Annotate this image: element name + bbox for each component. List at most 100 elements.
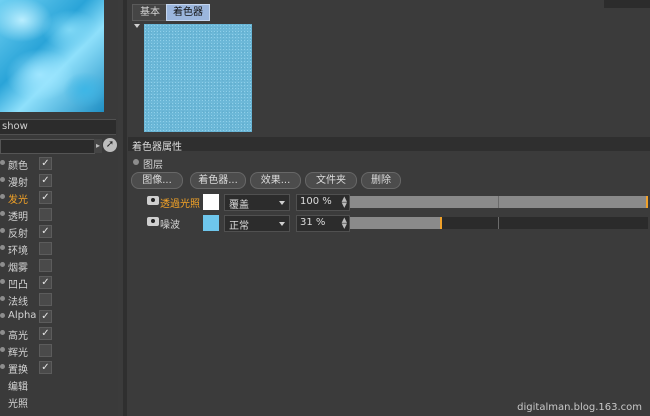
eye-icon[interactable] xyxy=(147,196,159,205)
slider-handle[interactable] xyxy=(646,196,648,208)
percent-value: 31 % xyxy=(300,217,326,228)
bullet-icon xyxy=(0,160,5,165)
slider-fill xyxy=(350,217,443,229)
cursor-picker-icon[interactable]: ➚ xyxy=(103,138,117,152)
channel-item[interactable]: 高光 ✓ xyxy=(0,325,118,342)
channel-label: 反射 xyxy=(8,229,28,240)
section-title: 着色器属性 xyxy=(132,142,182,153)
bullet-icon xyxy=(0,313,5,318)
slider-tick xyxy=(498,217,499,229)
channel-checkbox[interactable]: ✓ xyxy=(39,191,52,204)
bullet-icon xyxy=(0,330,5,335)
shader-preview xyxy=(144,24,252,132)
channel-item[interactable]: 置换 ✓ xyxy=(0,359,118,376)
channel-item[interactable]: 光照 xyxy=(0,393,118,410)
bullet-icon xyxy=(0,211,5,216)
layer-color-swatch[interactable] xyxy=(203,215,219,231)
arrow-right-icon[interactable]: ▸ xyxy=(94,139,102,153)
channel-checkbox[interactable] xyxy=(39,259,52,272)
shader-button[interactable]: 着色器... xyxy=(190,172,246,189)
layer-row[interactable]: 透過光照 覆盖 100 % ▲ ▼ xyxy=(128,193,650,211)
channel-item[interactable]: 凹凸 ✓ xyxy=(0,274,118,291)
bullet-icon xyxy=(0,177,5,182)
percent-value: 100 % xyxy=(300,196,332,207)
channel-item[interactable]: 发光 ✓ xyxy=(0,189,118,206)
channel-checkbox[interactable]: ✓ xyxy=(39,276,52,289)
channel-label: 辉光 xyxy=(8,348,28,359)
channel-label: 光照 xyxy=(8,399,28,410)
blend-mode-value: 覆盖 xyxy=(229,200,249,211)
blend-mode-select[interactable]: 覆盖 xyxy=(224,194,290,211)
channel-item[interactable]: 编辑 xyxy=(0,376,118,393)
layer-color-swatch[interactable] xyxy=(203,194,219,210)
material-search-field[interactable] xyxy=(0,139,95,154)
bullet-icon xyxy=(0,364,5,369)
bullet-icon xyxy=(0,228,5,233)
channel-label: 漫射 xyxy=(8,178,28,189)
channel-checkbox[interactable]: ✓ xyxy=(39,174,52,187)
channel-label: 凹凸 xyxy=(8,280,28,291)
channel-item[interactable]: 环境 xyxy=(0,240,118,257)
channel-label: 发光 xyxy=(8,195,28,206)
channel-item[interactable]: 烟雾 xyxy=(0,257,118,274)
bullet-icon xyxy=(0,262,5,267)
channel-label: 环境 xyxy=(8,246,28,257)
spinner-icon[interactable]: ▲ ▼ xyxy=(342,217,347,230)
blend-mode-select[interactable]: 正常 xyxy=(224,215,290,232)
image-button[interactable]: 图像... xyxy=(131,172,183,189)
slider-handle[interactable] xyxy=(440,217,443,229)
channel-checkbox[interactable]: ✓ xyxy=(39,225,52,238)
channel-checkbox[interactable]: ✓ xyxy=(39,327,52,340)
channel-item[interactable]: 漫射 ✓ xyxy=(0,172,118,189)
channel-label: 颜色 xyxy=(8,161,28,172)
channel-label: 置换 xyxy=(8,365,28,376)
layer-radio[interactable] xyxy=(133,159,139,165)
delete-button[interactable]: 删除 xyxy=(361,172,401,189)
channel-label: 烟雾 xyxy=(8,263,28,274)
opacity-slider[interactable] xyxy=(350,217,648,229)
channel-checkbox[interactable]: ✓ xyxy=(39,310,52,323)
chevron-down-icon xyxy=(279,222,285,226)
collapse-triangle-icon[interactable] xyxy=(134,24,140,28)
channel-label: 法线 xyxy=(8,297,28,308)
effect-button[interactable]: 效果... xyxy=(250,172,301,189)
channel-item[interactable]: 反射 ✓ xyxy=(0,223,118,240)
layer-row[interactable]: 噪波 正常 31 % ▲ ▼ xyxy=(128,214,650,232)
channel-checkbox[interactable] xyxy=(39,242,52,255)
channel-checkbox[interactable]: ✓ xyxy=(39,361,52,374)
material-name-text: show xyxy=(2,121,28,132)
percent-input[interactable]: 100 % ▲ ▼ xyxy=(296,194,350,211)
material-name-field[interactable]: show xyxy=(0,119,116,135)
spinner-icon[interactable]: ▲ ▼ xyxy=(342,196,347,209)
channel-checkbox[interactable] xyxy=(39,208,52,221)
tab-basic[interactable]: 基本 xyxy=(132,4,168,21)
channel-item[interactable]: 透明 xyxy=(0,206,118,223)
bullet-icon xyxy=(0,245,5,250)
opacity-slider[interactable] xyxy=(350,196,648,208)
channel-label: 高光 xyxy=(8,331,28,342)
percent-input[interactable]: 31 % ▲ ▼ xyxy=(296,215,350,232)
channel-label: 编辑 xyxy=(8,382,28,393)
layer-option-label: 图层 xyxy=(143,160,163,171)
bullet-icon xyxy=(0,194,5,199)
eye-icon[interactable] xyxy=(147,217,159,226)
channel-item[interactable]: 辉光 xyxy=(0,342,118,359)
chevron-down-icon xyxy=(279,201,285,205)
channel-checkbox[interactable] xyxy=(39,293,52,306)
toolbar-strip xyxy=(604,0,650,8)
layer-name: 透過光照 xyxy=(160,199,200,210)
channel-item[interactable]: 法线 xyxy=(0,291,118,308)
bullet-icon xyxy=(0,296,5,301)
channel-item[interactable]: Alpha ✓ xyxy=(0,308,118,324)
channel-checkbox[interactable] xyxy=(39,344,52,357)
section-header: 着色器属性 xyxy=(128,137,650,153)
channel-panel: show ▸ ➚ 颜色 ✓ 漫射 ✓ 发光 ✓ 透明 反射 ✓ 环境 烟雾 凹凸 ✓ 法线 Alpha ✓ 高光… xyxy=(0,0,118,416)
folder-button[interactable]: 文件夹 xyxy=(305,172,357,189)
panel-divider[interactable] xyxy=(123,0,127,416)
slider-tick xyxy=(498,196,499,208)
material-preview[interactable] xyxy=(0,0,104,112)
channel-item[interactable]: 颜色 ✓ xyxy=(0,155,118,172)
channel-label: Alpha xyxy=(8,310,37,321)
tab-shader[interactable]: 着色器 xyxy=(166,4,210,21)
channel-checkbox[interactable]: ✓ xyxy=(39,157,52,170)
